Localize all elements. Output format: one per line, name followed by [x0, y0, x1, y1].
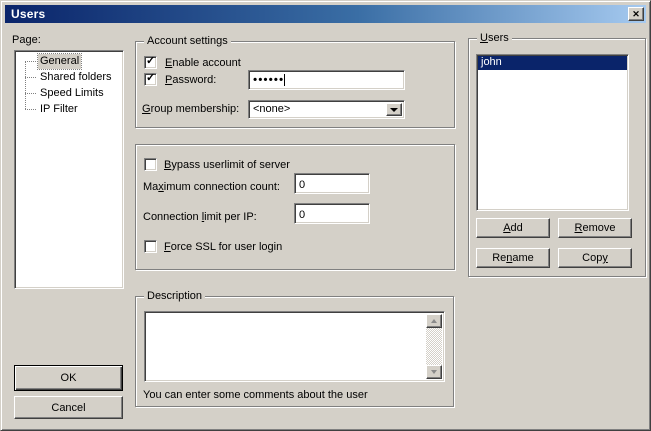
description-scrollbar[interactable]: [426, 314, 442, 379]
tree-item-label: General: [38, 54, 81, 69]
tree-branch-line: [25, 93, 36, 94]
arrow-down-icon: [431, 370, 437, 374]
group-membership-select[interactable]: <none>: [248, 100, 405, 119]
tree-branch-line: [25, 109, 36, 110]
password-input[interactable]: ••••••: [248, 70, 405, 90]
users-group: Users john Add Remove Rename Copy: [468, 38, 646, 277]
arrow-up-icon: [431, 319, 437, 323]
scroll-up-button[interactable]: [426, 314, 442, 328]
text-caret: [284, 74, 285, 86]
tree-branch-line: [25, 61, 36, 62]
group-membership-selected-value: <none>: [253, 103, 290, 116]
users-group-title: Users: [477, 32, 512, 45]
tree-item-label: IP Filter: [38, 102, 80, 117]
group-membership-label: Group membership:: [142, 103, 239, 116]
tree-item-ip-filter[interactable]: IP Filter: [15, 101, 123, 117]
rename-button[interactable]: Rename: [476, 248, 550, 268]
enable-account-label: Enable account: [165, 57, 241, 70]
close-button[interactable]: ✕: [628, 7, 644, 21]
description-group-title: Description: [144, 290, 205, 303]
connection-limits-group: Bypass userlimit of server Maximum conne…: [135, 144, 455, 270]
description-group: Description You can enter some comments …: [135, 296, 454, 407]
account-settings-group: Account settings ✓ Enable account ✓ Pass…: [135, 41, 455, 128]
max-connection-count-label: Maximum connection count:: [143, 181, 280, 194]
password-checkbox[interactable]: ✓: [144, 73, 157, 86]
password-label: Password:: [165, 74, 216, 87]
cancel-button[interactable]: Cancel: [14, 396, 123, 419]
scroll-down-button[interactable]: [426, 365, 442, 379]
remove-button[interactable]: Remove: [558, 218, 632, 238]
max-connection-count-input[interactable]: [294, 173, 370, 194]
page-tree-inner: General Shared folders Speed Limits IP F…: [15, 51, 123, 288]
chevron-down-icon: [390, 108, 398, 112]
users-listbox: john: [476, 54, 629, 211]
force-ssl-label: Force SSL for user login: [164, 241, 282, 254]
tree-item-label: Shared folders: [38, 70, 114, 85]
page-tree: General Shared folders Speed Limits IP F…: [14, 50, 124, 289]
ok-button[interactable]: OK: [14, 365, 123, 391]
force-ssl-checkbox[interactable]: [144, 240, 157, 253]
title-bar[interactable]: Users ✕: [5, 5, 646, 23]
password-masked-value: ••••••: [253, 73, 284, 87]
description-textarea[interactable]: [144, 311, 445, 382]
users-dialog-window: Users ✕ Page: General Shared folders Spe…: [0, 0, 651, 431]
tree-item-label: Speed Limits: [38, 86, 106, 101]
connection-limit-per-ip-label: Connection limit per IP:: [143, 211, 257, 224]
user-list-item-john[interactable]: john: [478, 56, 627, 70]
account-settings-group-title: Account settings: [144, 35, 231, 48]
description-hint: You can enter some comments about the us…: [143, 389, 368, 402]
page-label: Page:: [12, 34, 41, 47]
combo-dropdown-button[interactable]: [386, 103, 402, 116]
tree-branch-line: [25, 77, 36, 78]
checkmark-icon: ✓: [146, 72, 155, 85]
bypass-userlimit-checkbox[interactable]: [144, 158, 157, 171]
checkmark-icon: ✓: [146, 55, 155, 68]
copy-button[interactable]: Copy: [558, 248, 632, 268]
add-button[interactable]: Add: [476, 218, 550, 238]
tree-item-shared-folders[interactable]: Shared folders: [15, 69, 123, 85]
tree-item-speed-limits[interactable]: Speed Limits: [15, 85, 123, 101]
bypass-userlimit-label: Bypass userlimit of server: [164, 159, 290, 172]
connection-limit-per-ip-input[interactable]: [294, 203, 370, 224]
tree-item-general[interactable]: General: [15, 53, 123, 69]
enable-account-checkbox[interactable]: ✓: [144, 56, 157, 69]
window-title: Users: [5, 7, 45, 21]
close-icon: ✕: [632, 10, 640, 19]
